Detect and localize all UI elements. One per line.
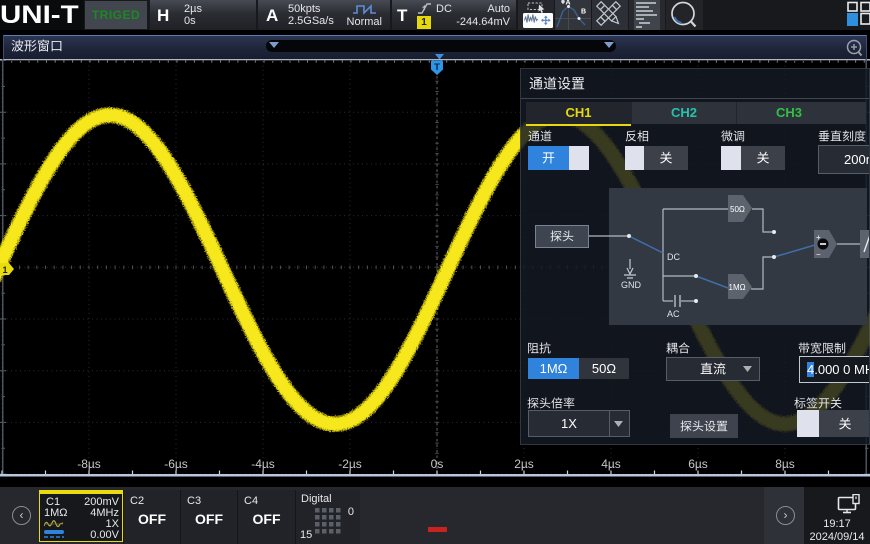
svg-text:1: 1 (2, 265, 7, 275)
svg-text:T: T (434, 62, 440, 73)
svg-text:B: B (581, 9, 586, 16)
svg-text:A: A (566, 0, 571, 7)
